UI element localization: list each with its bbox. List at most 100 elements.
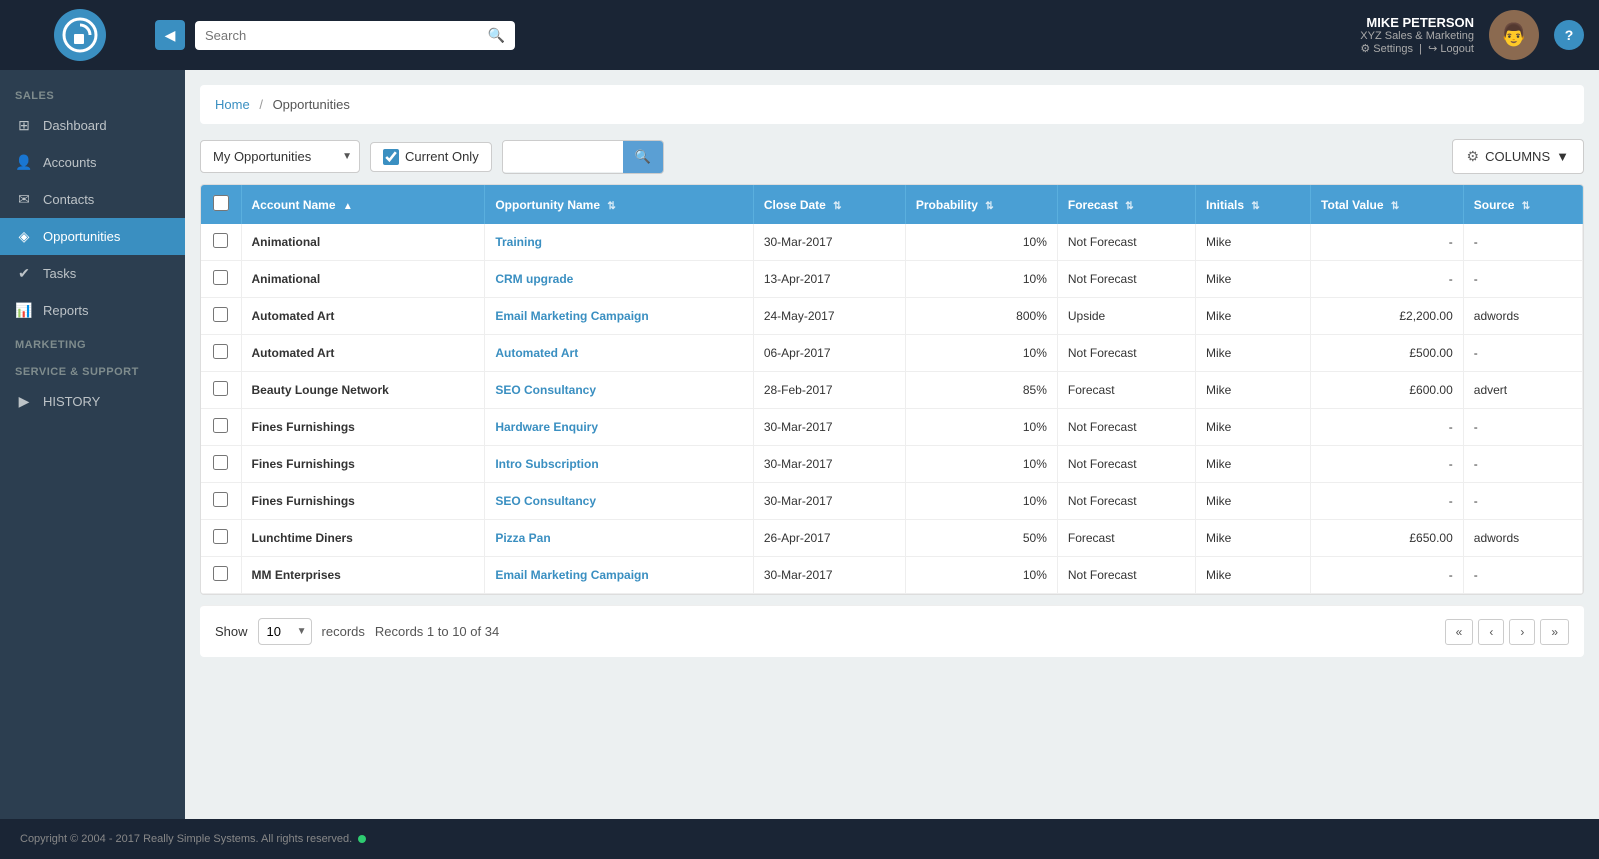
sidebar-label-dashboard: Dashboard [43, 118, 107, 133]
pagination-next-button[interactable]: › [1509, 619, 1535, 645]
row-checkbox[interactable] [213, 270, 228, 285]
cell-opportunity-name[interactable]: Pizza Pan [485, 520, 753, 557]
opportunities-icon: ◈ [15, 228, 33, 245]
filter-search-button[interactable]: 🔍 [623, 141, 663, 173]
cell-forecast: Not Forecast [1057, 483, 1195, 520]
cell-initials: Mike [1195, 261, 1310, 298]
cell-source: advert [1463, 372, 1582, 409]
cell-close-date: 06-Apr-2017 [753, 335, 905, 372]
pagination-last-button[interactable]: » [1540, 619, 1569, 645]
cell-account-name: Animational [241, 261, 485, 298]
sort-icon: ⇅ [1522, 201, 1530, 212]
row-checkbox[interactable] [213, 233, 228, 248]
cell-forecast: Not Forecast [1057, 557, 1195, 594]
show-select[interactable]: 10 25 50 100 [258, 618, 312, 645]
cell-checkbox[interactable] [201, 483, 241, 520]
table-header-row: Account Name ▲ Opportunity Name ⇅ Close … [201, 185, 1583, 224]
current-only-checkbox[interactable] [383, 149, 399, 165]
cell-forecast: Not Forecast [1057, 409, 1195, 446]
user-name: MIKE PETERSON [1360, 15, 1474, 30]
cell-checkbox[interactable] [201, 261, 241, 298]
filter-select[interactable]: My Opportunities All Opportunities Open … [200, 140, 360, 173]
th-opportunity-name[interactable]: Opportunity Name ⇅ [485, 185, 753, 224]
cell-total-value: - [1311, 557, 1464, 594]
th-account-name[interactable]: Account Name ▲ [241, 185, 485, 224]
row-checkbox[interactable] [213, 566, 228, 581]
sidebar-item-opportunities[interactable]: ◈ Opportunities [0, 218, 185, 255]
cell-total-value: £500.00 [1311, 335, 1464, 372]
pagination-prev-button[interactable]: ‹ [1478, 619, 1504, 645]
cell-checkbox[interactable] [201, 298, 241, 335]
th-initials[interactable]: Initials ⇅ [1195, 185, 1310, 224]
th-probability[interactable]: Probability ⇅ [905, 185, 1057, 224]
cell-checkbox[interactable] [201, 335, 241, 372]
cell-forecast: Forecast [1057, 372, 1195, 409]
cell-probability: 10% [905, 557, 1057, 594]
cell-opportunity-name[interactable]: SEO Consultancy [485, 372, 753, 409]
row-checkbox[interactable] [213, 381, 228, 396]
cell-opportunity-name[interactable]: SEO Consultancy [485, 483, 753, 520]
pagination-controls: « ‹ › » [1445, 619, 1569, 645]
cell-opportunity-name[interactable]: Email Marketing Campaign [485, 298, 753, 335]
sidebar-item-reports[interactable]: 📊 Reports [0, 292, 185, 329]
row-checkbox[interactable] [213, 529, 228, 544]
row-checkbox[interactable] [213, 307, 228, 322]
cell-opportunity-name[interactable]: Email Marketing Campaign [485, 557, 753, 594]
records-count-label: records [322, 624, 365, 639]
accounts-icon: 👤 [15, 154, 33, 171]
columns-button[interactable]: ⚙ COLUMNS ▼ [1452, 139, 1584, 174]
th-checkbox[interactable] [201, 185, 241, 224]
sidebar-label-opportunities: Opportunities [43, 229, 120, 244]
cell-opportunity-name[interactable]: Intro Subscription [485, 446, 753, 483]
th-forecast[interactable]: Forecast ⇅ [1057, 185, 1195, 224]
search-icon[interactable]: 🔍 [488, 27, 505, 44]
cell-opportunity-name[interactable]: CRM upgrade [485, 261, 753, 298]
settings-link[interactable]: Settings [1373, 43, 1413, 55]
help-button[interactable]: ? [1554, 20, 1584, 50]
row-checkbox[interactable] [213, 455, 228, 470]
th-total-value[interactable]: Total Value ⇅ [1311, 185, 1464, 224]
cell-checkbox[interactable] [201, 520, 241, 557]
show-select-wrap[interactable]: 10 25 50 100 ▼ [258, 618, 312, 645]
cell-account-name: Beauty Lounge Network [241, 372, 485, 409]
sidebar-item-tasks[interactable]: ✔ Tasks [0, 255, 185, 292]
row-checkbox[interactable] [213, 344, 228, 359]
sidebar: SALES ⊞ Dashboard 👤 Accounts ✉ Contacts … [0, 70, 185, 819]
cell-opportunity-name[interactable]: Training [485, 224, 753, 261]
breadcrumb-home[interactable]: Home [215, 97, 250, 112]
cell-initials: Mike [1195, 409, 1310, 446]
pagination-first-button[interactable]: « [1445, 619, 1474, 645]
sidebar-label-history: HISTORY [43, 394, 100, 409]
sidebar-item-dashboard[interactable]: ⊞ Dashboard [0, 107, 185, 144]
nav-back-button[interactable]: ◀ [155, 20, 185, 50]
row-checkbox[interactable] [213, 492, 228, 507]
search-filter: 🔍 [502, 140, 664, 174]
filter-search-input[interactable] [503, 141, 623, 172]
search-input[interactable] [205, 28, 480, 43]
th-source[interactable]: Source ⇅ [1463, 185, 1582, 224]
user-links: ⚙ Settings | ↪ Logout [1360, 42, 1474, 55]
cell-opportunity-name[interactable]: Automated Art [485, 335, 753, 372]
pagination-bar: Show 10 25 50 100 ▼ records Records 1 to… [200, 605, 1584, 657]
cell-checkbox[interactable] [201, 372, 241, 409]
sidebar-item-accounts[interactable]: 👤 Accounts [0, 144, 185, 181]
cell-account-name: Fines Furnishings [241, 483, 485, 520]
row-checkbox[interactable] [213, 418, 228, 433]
breadcrumb-separator: / [259, 97, 263, 112]
th-close-date[interactable]: Close Date ⇅ [753, 185, 905, 224]
cell-checkbox[interactable] [201, 557, 241, 594]
sidebar-item-contacts[interactable]: ✉ Contacts [0, 181, 185, 218]
select-all-checkbox[interactable] [213, 195, 229, 211]
cell-checkbox[interactable] [201, 224, 241, 261]
cell-opportunity-name[interactable]: Hardware Enquiry [485, 409, 753, 446]
cell-checkbox[interactable] [201, 409, 241, 446]
filter-dropdown[interactable]: My Opportunities All Opportunities Open … [200, 140, 360, 173]
sort-icon: ⇅ [833, 201, 841, 212]
sidebar-item-history[interactable]: ▶ HISTORY [0, 383, 185, 420]
cell-close-date: 30-Mar-2017 [753, 409, 905, 446]
tasks-icon: ✔ [15, 265, 33, 282]
cell-checkbox[interactable] [201, 446, 241, 483]
logout-link[interactable]: Logout [1440, 43, 1474, 55]
current-only-toggle[interactable]: Current Only [370, 142, 492, 172]
dashboard-icon: ⊞ [15, 117, 33, 134]
